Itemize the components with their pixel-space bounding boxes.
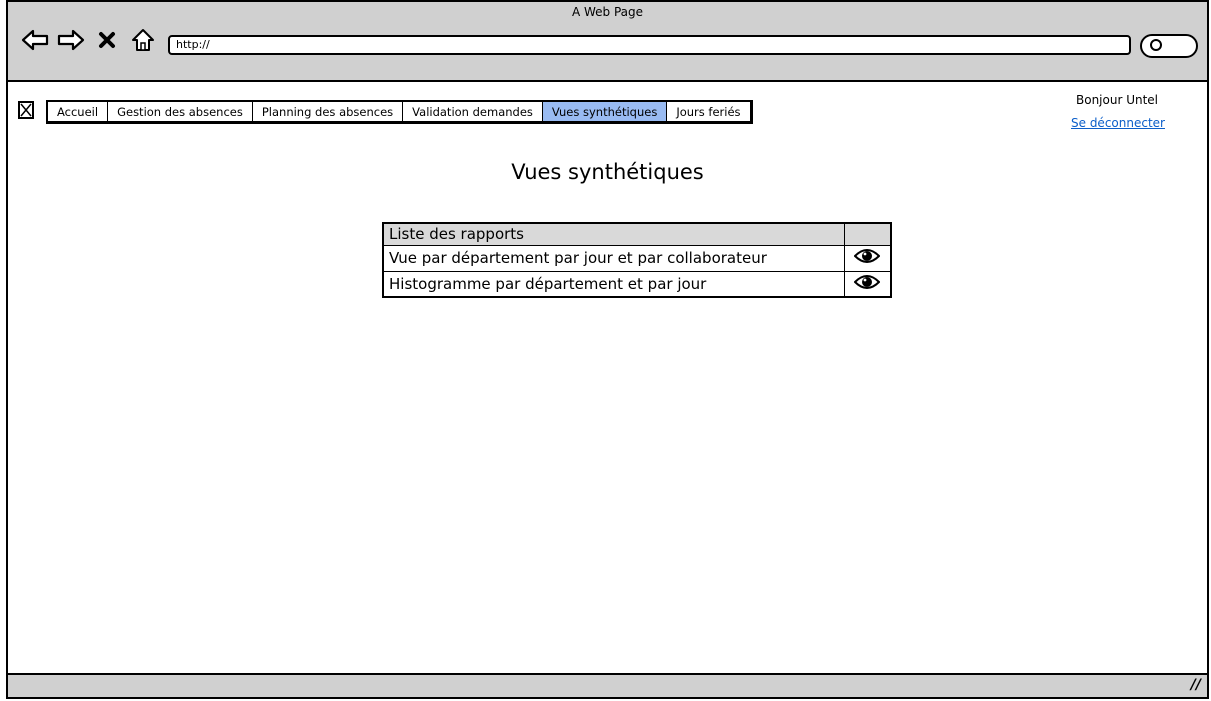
table-row: Histogramme par département et par jour (382, 270, 892, 298)
page-title: Vues synthétiques (511, 160, 704, 184)
close-box-icon[interactable] (18, 101, 34, 119)
search-button[interactable] (1140, 34, 1198, 58)
table-header-action (843, 222, 892, 246)
browser-chrome: A Web Page http:// (8, 2, 1207, 82)
window-title: A Web Page (571, 5, 644, 19)
browser-window: A Web Page http:// Accueil Gestion des a… (6, 0, 1209, 699)
close-x-icon[interactable] (92, 26, 122, 54)
search-icon (1150, 39, 1162, 51)
view-report-button[interactable] (843, 244, 892, 272)
home-icon[interactable] (128, 26, 158, 54)
resize-grip-icon[interactable]: // (1191, 677, 1201, 693)
tab-validation-demandes[interactable]: Validation demandes (403, 102, 543, 121)
tab-accueil[interactable]: Accueil (48, 102, 109, 121)
tab-vues-synthetiques[interactable]: Vues synthétiques (542, 102, 668, 121)
user-greeting: Bonjour Untel (1076, 93, 1159, 107)
report-name: Histogramme par département et par jour (382, 270, 845, 298)
status-bar: // (8, 673, 1207, 697)
tab-jours-feries[interactable]: Jours feriés (667, 102, 749, 121)
tab-gestion-absences[interactable]: Gestion des absences (108, 102, 253, 121)
table-header-row: Liste des rapports (382, 222, 892, 246)
reports-table: Liste des rapports Vue par département p… (382, 222, 892, 298)
address-bar[interactable]: http:// (168, 35, 1131, 55)
table-header-label: Liste des rapports (382, 222, 845, 246)
table-row: Vue par département par jour et par coll… (382, 244, 892, 272)
forward-arrow-icon[interactable] (56, 26, 86, 54)
tab-planning-absences[interactable]: Planning des absences (253, 102, 404, 121)
logout-link[interactable]: Se déconnecter (1071, 116, 1165, 130)
eye-icon[interactable] (853, 273, 881, 295)
eye-icon[interactable] (853, 247, 881, 269)
main-tabs: Accueil Gestion des absences Planning de… (46, 100, 753, 124)
view-report-button[interactable] (843, 270, 892, 298)
report-name: Vue par département par jour et par coll… (382, 244, 845, 272)
back-arrow-icon[interactable] (20, 26, 50, 54)
browser-nav (20, 26, 158, 54)
